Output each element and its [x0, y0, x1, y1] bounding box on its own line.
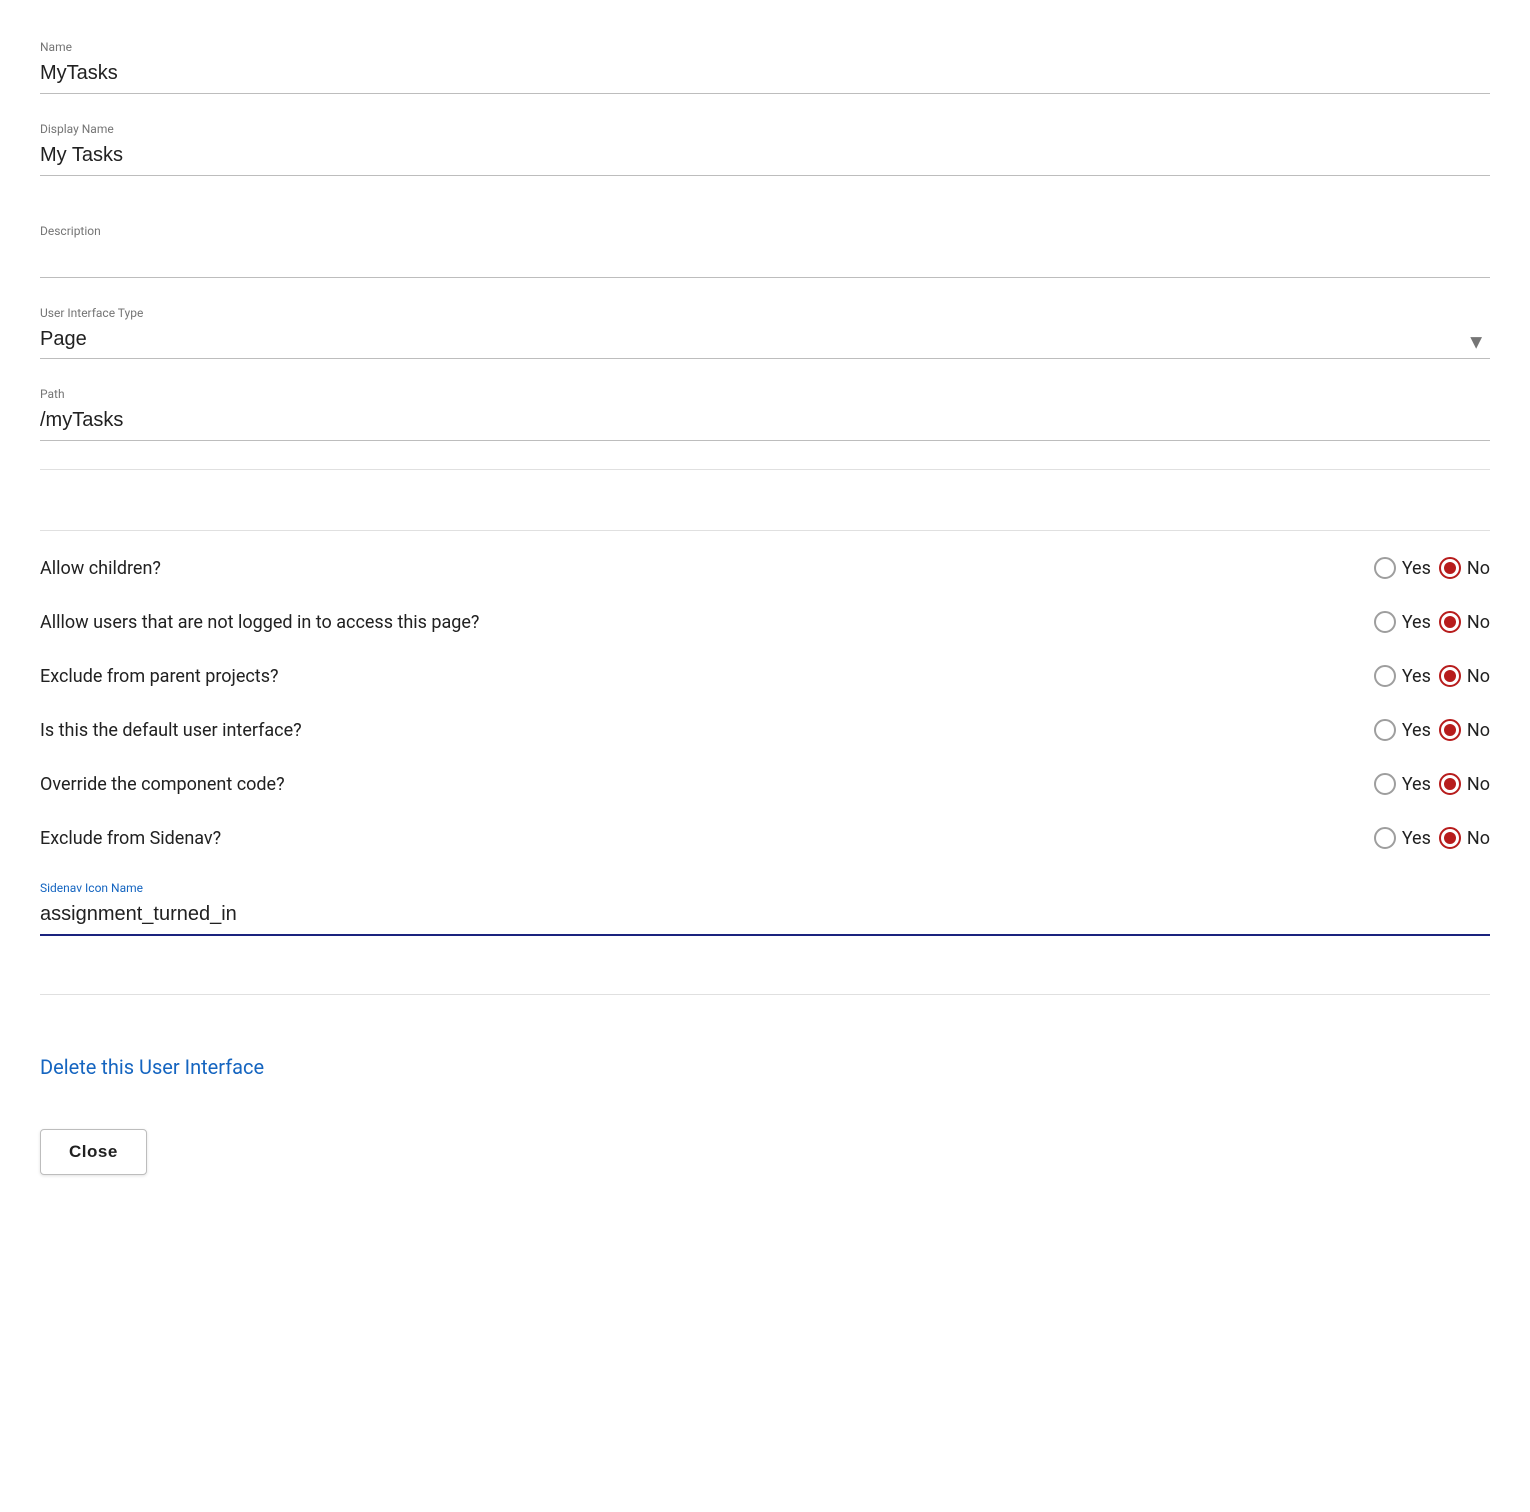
sidenav-icon-label: Sidenav Icon Name: [40, 881, 1490, 895]
allow-children-no-radio[interactable]: [1439, 557, 1461, 579]
default-ui-yes-radio[interactable]: [1374, 719, 1396, 741]
override-component-yes-option[interactable]: Yes: [1374, 773, 1431, 795]
default-ui-row: Is this the default user interface? Yes …: [40, 703, 1490, 757]
description-label: Description: [40, 224, 1490, 238]
name-label: Name: [40, 40, 1490, 54]
options-section: Allow children? Yes No Alllow users that…: [40, 530, 1490, 936]
override-component-question: Override the component code?: [40, 774, 1374, 795]
path-field-group: Path: [40, 387, 1490, 441]
exclude-parent-question: Exclude from parent projects?: [40, 666, 1374, 687]
default-ui-yes-label: Yes: [1402, 720, 1431, 741]
allow-not-logged-in-yes-label: Yes: [1402, 612, 1431, 633]
exclude-sidenav-row: Exclude from Sidenav? Yes No: [40, 811, 1490, 865]
allow-children-row: Allow children? Yes No: [40, 541, 1490, 595]
override-component-no-label: No: [1467, 774, 1490, 795]
section-divider-2: [40, 994, 1490, 995]
ui-type-select[interactable]: Page Modal Drawer Sidebar: [40, 324, 1490, 359]
allow-children-options: Yes No: [1374, 557, 1490, 579]
override-component-no-option[interactable]: No: [1439, 773, 1490, 795]
path-input[interactable]: [40, 405, 1490, 441]
allow-not-logged-in-row: Alllow users that are not logged in to a…: [40, 595, 1490, 649]
override-component-yes-label: Yes: [1402, 774, 1431, 795]
default-ui-no-label: No: [1467, 720, 1490, 741]
exclude-parent-yes-radio[interactable]: [1374, 665, 1396, 687]
exclude-sidenav-yes-label: Yes: [1402, 828, 1431, 849]
allow-children-question: Allow children?: [40, 558, 1374, 579]
allow-not-logged-in-yes-option[interactable]: Yes: [1374, 611, 1431, 633]
allow-not-logged-in-no-label: No: [1467, 612, 1490, 633]
ui-type-select-wrapper: Page Modal Drawer Sidebar ▼: [40, 324, 1490, 359]
override-component-yes-radio[interactable]: [1374, 773, 1396, 795]
delete-ui-link[interactable]: Delete this User Interface: [40, 1055, 264, 1079]
exclude-sidenav-options: Yes No: [1374, 827, 1490, 849]
exclude-sidenav-question: Exclude from Sidenav?: [40, 828, 1374, 849]
exclude-parent-no-label: No: [1467, 666, 1490, 687]
description-field-group: Description: [40, 224, 1490, 278]
display-name-input[interactable]: [40, 140, 1490, 176]
ui-type-label: User Interface Type: [40, 306, 1490, 320]
exclude-sidenav-no-radio[interactable]: [1439, 827, 1461, 849]
name-field-group: Name: [40, 40, 1490, 94]
allow-not-logged-in-question: Alllow users that are not logged in to a…: [40, 612, 1374, 633]
default-ui-no-option[interactable]: No: [1439, 719, 1490, 741]
exclude-parent-row: Exclude from parent projects? Yes No: [40, 649, 1490, 703]
override-component-options: Yes No: [1374, 773, 1490, 795]
name-input[interactable]: [40, 58, 1490, 94]
close-button[interactable]: Close: [40, 1129, 147, 1175]
default-ui-no-radio[interactable]: [1439, 719, 1461, 741]
exclude-sidenav-yes-radio[interactable]: [1374, 827, 1396, 849]
allow-children-no-label: No: [1467, 558, 1490, 579]
allow-not-logged-in-no-radio[interactable]: [1439, 611, 1461, 633]
display-name-field-group: Display Name: [40, 122, 1490, 176]
description-input[interactable]: [40, 242, 1490, 278]
display-name-label: Display Name: [40, 122, 1490, 136]
sidenav-icon-input[interactable]: [40, 899, 1490, 936]
allow-children-yes-radio[interactable]: [1374, 557, 1396, 579]
exclude-parent-no-option[interactable]: No: [1439, 665, 1490, 687]
exclude-sidenav-no-label: No: [1467, 828, 1490, 849]
default-ui-question: Is this the default user interface?: [40, 720, 1374, 741]
allow-children-yes-label: Yes: [1402, 558, 1431, 579]
ui-type-field-group: User Interface Type Page Modal Drawer Si…: [40, 306, 1490, 359]
exclude-sidenav-yes-option[interactable]: Yes: [1374, 827, 1431, 849]
section-divider-1: [40, 469, 1490, 470]
exclude-parent-options: Yes No: [1374, 665, 1490, 687]
default-ui-yes-option[interactable]: Yes: [1374, 719, 1431, 741]
override-component-row: Override the component code? Yes No: [40, 757, 1490, 811]
override-component-no-radio[interactable]: [1439, 773, 1461, 795]
allow-not-logged-in-yes-radio[interactable]: [1374, 611, 1396, 633]
allow-children-no-option[interactable]: No: [1439, 557, 1490, 579]
allow-not-logged-in-options: Yes No: [1374, 611, 1490, 633]
sidenav-icon-field-group: Sidenav Icon Name: [40, 881, 1490, 936]
path-label: Path: [40, 387, 1490, 401]
default-ui-options: Yes No: [1374, 719, 1490, 741]
allow-children-yes-option[interactable]: Yes: [1374, 557, 1431, 579]
exclude-sidenav-no-option[interactable]: No: [1439, 827, 1490, 849]
allow-not-logged-in-no-option[interactable]: No: [1439, 611, 1490, 633]
exclude-parent-yes-label: Yes: [1402, 666, 1431, 687]
exclude-parent-no-radio[interactable]: [1439, 665, 1461, 687]
exclude-parent-yes-option[interactable]: Yes: [1374, 665, 1431, 687]
